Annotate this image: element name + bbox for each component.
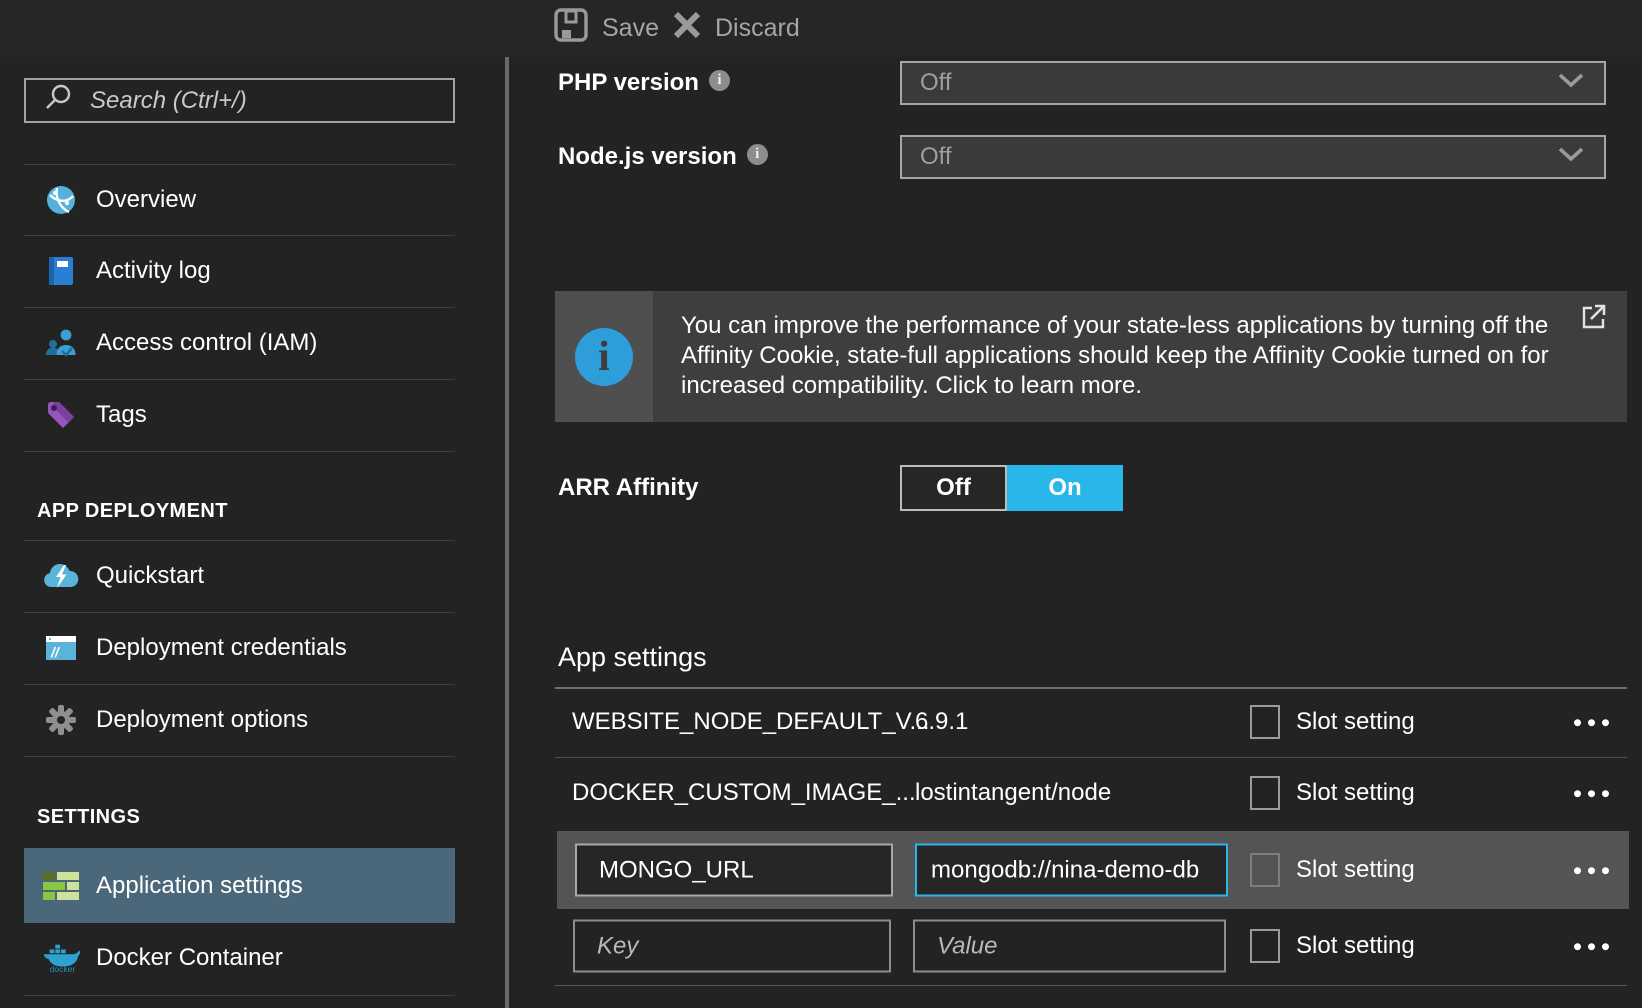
- save-label: Save: [602, 14, 659, 43]
- setting-key: DOCKER_CUSTOM_IMAGE_...: [572, 779, 916, 807]
- book-icon: [42, 254, 80, 288]
- top-band: [0, 0, 1642, 57]
- setting-key-input[interactable]: MONGO_URL: [575, 844, 893, 897]
- external-link-icon[interactable]: [1580, 303, 1607, 335]
- sliders-icon: [42, 870, 80, 902]
- sidebar-item-overview[interactable]: Overview: [24, 164, 455, 235]
- php-version-value: Off: [920, 69, 952, 97]
- slot-setting-label: Slot setting: [1296, 708, 1415, 736]
- discard-label: Discard: [715, 14, 800, 43]
- slot-setting-label: Slot setting: [1296, 856, 1415, 884]
- search-icon: [42, 82, 74, 119]
- divider: [24, 756, 455, 757]
- chevron-down-icon: [1558, 147, 1584, 167]
- cloud-lightning-icon: [42, 561, 80, 591]
- arr-affinity-off-button[interactable]: Off: [900, 465, 1007, 511]
- sidebar-item-quickstart[interactable]: Quickstart: [24, 540, 455, 611]
- table-row: WEBSITE_NODE_DEFAULT_V... 6.9.1 Slot set…: [555, 687, 1627, 757]
- sidebar-item-label: Docker Container: [96, 944, 283, 972]
- setting-value: lostintangent/node: [915, 779, 1111, 807]
- arr-affinity-on-button[interactable]: On: [1007, 465, 1123, 511]
- slot-setting-checkbox[interactable]: [1250, 853, 1280, 887]
- node-version-label: Node.js version i: [558, 135, 768, 179]
- info-icon: i: [747, 144, 768, 165]
- more-options-button[interactable]: [1574, 790, 1609, 797]
- slot-setting-checkbox[interactable]: [1250, 705, 1280, 739]
- info-banner-text: You can improve the performance of your …: [681, 311, 1557, 401]
- slot-setting-label: Slot setting: [1296, 932, 1415, 960]
- discard-button[interactable]: Discard: [672, 8, 800, 48]
- slot-setting-checkbox[interactable]: [1250, 929, 1280, 963]
- slot-setting-checkbox[interactable]: [1250, 776, 1280, 810]
- sidebar-item-deployment-credentials[interactable]: // Deployment credentials: [24, 612, 455, 683]
- console-icon: //: [42, 632, 80, 664]
- sidebar-item-tags[interactable]: Tags: [24, 379, 455, 450]
- node-version-value: Off: [920, 143, 952, 171]
- new-key-input[interactable]: Key: [573, 920, 891, 973]
- table-row-editing: MONGO_URL mongodb://nina-demo-db Slot se…: [557, 831, 1629, 909]
- more-options-button[interactable]: [1574, 943, 1609, 950]
- table-row-new: Key Value Slot setting: [555, 911, 1627, 981]
- app-settings-heading: App settings: [558, 642, 707, 673]
- sidebar-item-label: Access control (IAM): [96, 329, 317, 357]
- sidebar-item-docker-container[interactable]: docker Docker Container: [24, 923, 455, 993]
- more-options-button[interactable]: [1574, 867, 1609, 874]
- sidebar-item-label: Application settings: [96, 872, 303, 900]
- search-placeholder: Search (Ctrl+/): [90, 87, 247, 115]
- more-options-button[interactable]: [1574, 719, 1609, 726]
- globe-icon: [42, 182, 80, 218]
- sidebar-item-label: Deployment options: [96, 706, 308, 734]
- table-row: DOCKER_CUSTOM_IMAGE_... lostintangent/no…: [555, 758, 1627, 828]
- sidebar-item-application-settings[interactable]: Application settings: [24, 848, 455, 923]
- sidebar-section-settings: SETTINGS: [37, 806, 140, 829]
- divider: [555, 985, 1627, 986]
- setting-value: 6.9.1: [915, 708, 968, 736]
- node-version-select[interactable]: Off: [900, 135, 1606, 179]
- svg-text:docker: docker: [50, 964, 76, 974]
- sidebar-item-access-control[interactable]: Access control (IAM): [24, 307, 455, 378]
- people-icon: [42, 325, 80, 361]
- affinity-info-banner[interactable]: i You can improve the performance of you…: [555, 291, 1627, 422]
- info-circle-icon: i: [575, 328, 633, 386]
- save-icon: [553, 7, 589, 50]
- save-button[interactable]: Save: [553, 8, 659, 48]
- x-icon: [672, 10, 702, 47]
- docker-icon: docker: [42, 940, 80, 976]
- sidebar-item-activity-log[interactable]: Activity log: [24, 235, 455, 306]
- divider: [24, 451, 455, 452]
- gear-icon: [42, 703, 80, 737]
- tag-icon: [42, 397, 80, 433]
- sidebar-section-app-deployment: APP DEPLOYMENT: [37, 500, 228, 523]
- sidebar-item-label: Overview: [96, 186, 196, 214]
- setting-key: WEBSITE_NODE_DEFAULT_V...: [572, 708, 929, 736]
- setting-value-input[interactable]: mongodb://nina-demo-db: [915, 844, 1228, 897]
- search-input[interactable]: Search (Ctrl+/): [24, 78, 455, 123]
- chevron-down-icon: [1558, 73, 1584, 93]
- sidebar-item-label: Deployment credentials: [96, 634, 347, 662]
- blade-divider: [505, 57, 509, 1008]
- slot-setting-label: Slot setting: [1296, 779, 1415, 807]
- sidebar-item-deployment-options[interactable]: Deployment options: [24, 684, 455, 755]
- azure-app-settings-blade: Search (Ctrl+/) Overview Activity log Ac…: [0, 0, 1642, 1008]
- info-banner-icon-area: i: [555, 291, 653, 422]
- info-icon: i: [709, 70, 730, 91]
- sidebar-item-label: Quickstart: [96, 562, 204, 590]
- info-banner-body: You can improve the performance of your …: [653, 291, 1627, 422]
- sidebar-item-label: Tags: [96, 401, 147, 429]
- arr-affinity-label: ARR Affinity: [558, 465, 698, 511]
- new-value-input[interactable]: Value: [913, 920, 1226, 973]
- divider: [24, 995, 455, 996]
- php-version-select[interactable]: Off: [900, 61, 1606, 105]
- sidebar-item-label: Activity log: [96, 257, 211, 285]
- php-version-label: PHP version i: [558, 61, 730, 105]
